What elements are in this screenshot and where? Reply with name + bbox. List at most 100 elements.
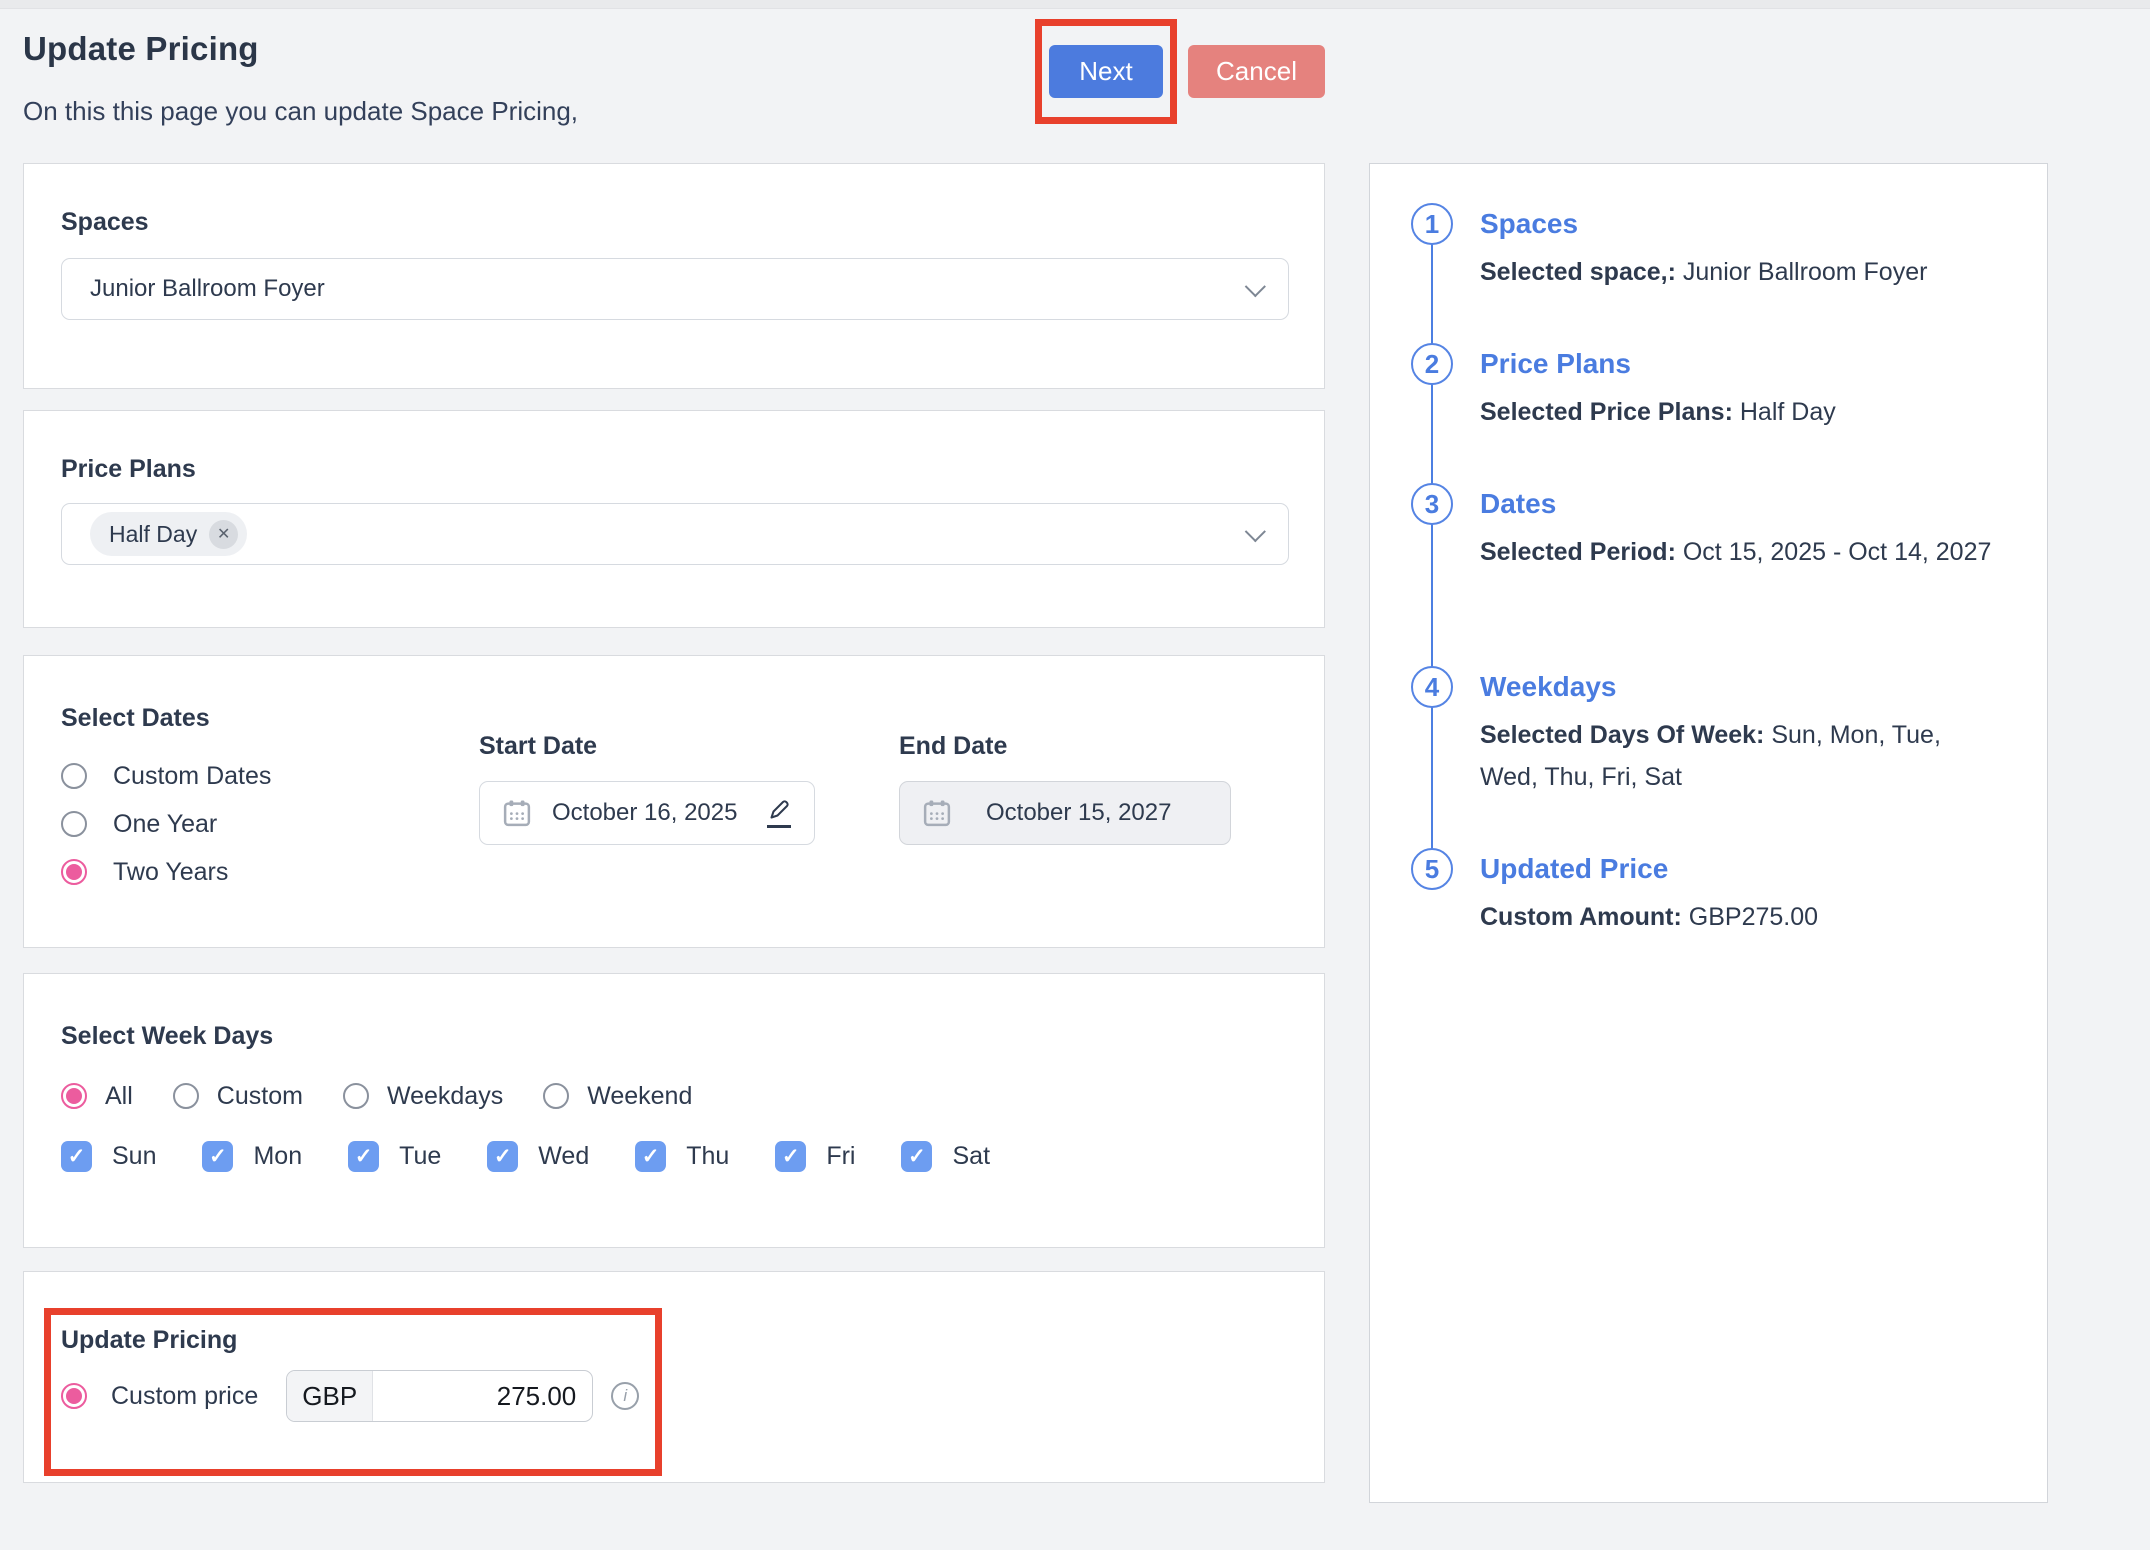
step-title-price-plans[interactable]: Price Plans bbox=[1480, 343, 1992, 385]
checkbox-thu[interactable]: ✓ Thu bbox=[635, 1141, 729, 1172]
next-button[interactable]: Next bbox=[1049, 45, 1163, 98]
select-dates-label: Select Dates bbox=[61, 704, 210, 733]
checkbox-sat[interactable]: ✓ Sat bbox=[901, 1141, 990, 1172]
end-date-label: End Date bbox=[899, 732, 1231, 761]
end-date-input[interactable]: October 15, 2027 bbox=[899, 781, 1231, 845]
radio-selected-icon[interactable] bbox=[61, 1083, 87, 1109]
amount-value[interactable]: 275.00 bbox=[373, 1371, 592, 1421]
radio-icon[interactable] bbox=[543, 1083, 569, 1109]
end-date-group: End Date October 15, 2027 bbox=[899, 732, 1231, 845]
radio-weekdays-label: Weekdays bbox=[387, 1082, 503, 1111]
next-button-highlight-annotation: Next bbox=[1035, 19, 1177, 124]
custom-price-label: Custom price bbox=[111, 1382, 258, 1411]
radio-weekdays[interactable]: Weekdays bbox=[343, 1078, 503, 1114]
radio-one-year-label: One Year bbox=[113, 810, 217, 839]
chevron-down-icon bbox=[1245, 521, 1266, 542]
step-desc-price-plans: Selected Price Plans: Half Day bbox=[1480, 391, 1992, 433]
radio-all-label: All bbox=[105, 1082, 133, 1111]
update-pricing-label: Update Pricing bbox=[61, 1326, 237, 1355]
radio-selected-icon[interactable] bbox=[61, 859, 87, 885]
checkbox-sun[interactable]: ✓ Sun bbox=[61, 1141, 156, 1172]
week-days-mode-radio-group: All Custom Weekdays Weekend bbox=[61, 1078, 692, 1114]
start-date-label: Start Date bbox=[479, 732, 815, 761]
checkbox-checked-icon[interactable]: ✓ bbox=[202, 1141, 233, 1172]
checkbox-fri[interactable]: ✓ Fri bbox=[775, 1141, 855, 1172]
radio-all[interactable]: All bbox=[61, 1078, 133, 1114]
price-plans-label: Price Plans bbox=[61, 455, 196, 484]
start-date-input[interactable]: October 16, 2025 bbox=[479, 781, 815, 845]
step-desc-label: Custom Amount: bbox=[1480, 903, 1682, 931]
checkbox-checked-icon[interactable]: ✓ bbox=[775, 1141, 806, 1172]
step-number-badge: 2 bbox=[1411, 343, 1453, 385]
step-desc-label: Selected space,: bbox=[1480, 258, 1676, 286]
step-desc-spaces: Selected space,: Junior Ballroom Foyer bbox=[1480, 251, 1992, 293]
radio-custom-dates[interactable]: Custom Dates bbox=[61, 752, 271, 800]
select-week-days-card: Select Week Days All Custom Weekdays Wee… bbox=[23, 973, 1325, 1248]
step-desc-label: Selected Period: bbox=[1480, 538, 1676, 566]
calendar-icon bbox=[922, 798, 952, 828]
page-subtitle: On this this page you can update Space P… bbox=[23, 96, 578, 127]
pencil-icon bbox=[767, 798, 791, 822]
checkbox-checked-icon[interactable]: ✓ bbox=[348, 1141, 379, 1172]
step-desc-dates: Selected Period: Oct 15, 2025 - Oct 14, … bbox=[1480, 531, 1992, 573]
start-date-value: October 16, 2025 bbox=[552, 799, 737, 827]
radio-two-years-label: Two Years bbox=[113, 858, 228, 887]
checkbox-checked-icon[interactable]: ✓ bbox=[901, 1141, 932, 1172]
select-week-days-label: Select Week Days bbox=[61, 1022, 273, 1051]
spaces-card: Spaces Junior Ballroom Foyer bbox=[23, 163, 1325, 389]
cancel-button[interactable]: Cancel bbox=[1188, 45, 1325, 98]
edit-date-button[interactable] bbox=[767, 798, 791, 828]
calendar-icon bbox=[502, 798, 532, 828]
currency-prefix: GBP bbox=[287, 1371, 373, 1421]
step-title-dates[interactable]: Dates bbox=[1480, 483, 1992, 525]
checkbox-wed-label: Wed bbox=[538, 1142, 589, 1171]
step-number-badge: 5 bbox=[1411, 848, 1453, 890]
radio-custom-dates-label: Custom Dates bbox=[113, 762, 271, 791]
radio-icon[interactable] bbox=[343, 1083, 369, 1109]
price-plans-select[interactable]: Half Day ✕ bbox=[61, 503, 1289, 565]
checkbox-checked-icon[interactable]: ✓ bbox=[61, 1141, 92, 1172]
summary-step-dates: 3 Dates Selected Period: Oct 15, 2025 - … bbox=[1370, 483, 1992, 573]
top-divider bbox=[0, 0, 2150, 9]
checkbox-fri-label: Fri bbox=[826, 1142, 855, 1171]
step-desc-weekdays: Selected Days Of Week: Sun, Mon, Tue, We… bbox=[1480, 714, 1992, 798]
date-range-radio-group: Custom Dates One Year Two Years bbox=[61, 752, 271, 896]
radio-custom-label: Custom bbox=[217, 1082, 303, 1111]
price-plan-tag: Half Day ✕ bbox=[90, 512, 247, 556]
checkbox-sat-label: Sat bbox=[952, 1142, 990, 1171]
custom-price-row: Custom price GBP 275.00 i bbox=[61, 1368, 639, 1424]
checkbox-checked-icon[interactable]: ✓ bbox=[635, 1141, 666, 1172]
checkbox-wed[interactable]: ✓ Wed bbox=[487, 1141, 589, 1172]
step-number-badge: 4 bbox=[1411, 666, 1453, 708]
page-title: Update Pricing bbox=[23, 30, 259, 68]
step-number-badge: 1 bbox=[1411, 203, 1453, 245]
start-date-group: Start Date October 16, 2025 bbox=[479, 732, 815, 845]
step-desc-value: GBP275.00 bbox=[1689, 903, 1818, 931]
close-icon[interactable]: ✕ bbox=[209, 520, 238, 549]
radio-weekend[interactable]: Weekend bbox=[543, 1078, 692, 1114]
radio-icon[interactable] bbox=[61, 763, 87, 789]
checkbox-tue[interactable]: ✓ Tue bbox=[348, 1141, 441, 1172]
checkbox-mon[interactable]: ✓ Mon bbox=[202, 1141, 302, 1172]
summary-step-spaces: 1 Spaces Selected space,: Junior Ballroo… bbox=[1370, 203, 1992, 293]
radio-icon[interactable] bbox=[173, 1083, 199, 1109]
spaces-select[interactable]: Junior Ballroom Foyer bbox=[61, 258, 1289, 320]
custom-price-input[interactable]: GBP 275.00 bbox=[286, 1370, 593, 1422]
checkbox-checked-icon[interactable]: ✓ bbox=[487, 1141, 518, 1172]
summary-step-price-plans: 2 Price Plans Selected Price Plans: Half… bbox=[1370, 343, 1992, 433]
step-title-updated-price[interactable]: Updated Price bbox=[1480, 848, 1992, 890]
step-title-weekdays[interactable]: Weekdays bbox=[1480, 666, 1992, 708]
radio-two-years[interactable]: Two Years bbox=[61, 848, 271, 896]
spaces-label: Spaces bbox=[61, 208, 149, 237]
checkbox-sun-label: Sun bbox=[112, 1142, 156, 1171]
step-title-spaces[interactable]: Spaces bbox=[1480, 203, 1992, 245]
summary-panel: 1 Spaces Selected space,: Junior Ballroo… bbox=[1369, 163, 2048, 1503]
info-icon[interactable]: i bbox=[611, 1382, 639, 1410]
summary-step-updated-price: 5 Updated Price Custom Amount: GBP275.00 bbox=[1370, 848, 1992, 938]
radio-selected-icon[interactable] bbox=[61, 1383, 87, 1409]
radio-custom[interactable]: Custom bbox=[173, 1078, 303, 1114]
select-dates-card: Select Dates Custom Dates One Year Two Y… bbox=[23, 655, 1325, 948]
radio-one-year[interactable]: One Year bbox=[61, 800, 271, 848]
spaces-selected-value: Junior Ballroom Foyer bbox=[90, 275, 325, 303]
radio-icon[interactable] bbox=[61, 811, 87, 837]
